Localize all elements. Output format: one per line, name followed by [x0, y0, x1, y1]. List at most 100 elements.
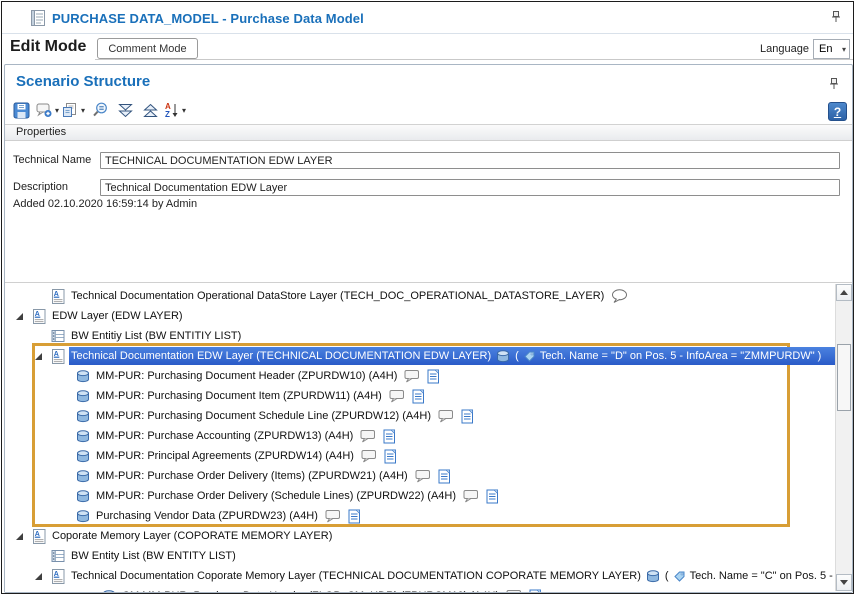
scroll-up-button[interactable] [836, 284, 852, 301]
tree-row-label: BW Entity List (BW ENTITY LIST) [71, 550, 236, 562]
tree-row[interactable]: ACoporate Memory Layer (COPORATE MEMORY … [5, 526, 835, 546]
layer-doc-icon: A [32, 309, 46, 324]
tree-row-annotation: Tech. Name = "C" on Pos. 5 - InfoArea [690, 570, 835, 582]
tree-row-label: Technical Documentation Coporate Memory … [71, 570, 641, 582]
tree-row[interactable]: MM-PUR: Purchase Accounting (ZPURDW13) (… [5, 426, 835, 446]
collapse-all-button[interactable] [142, 100, 159, 120]
tree-expander-icon[interactable] [34, 352, 51, 361]
tree-expander-icon[interactable] [15, 532, 32, 541]
tree-row[interactable]: A EDW Layer (EDW LAYER) [5, 306, 835, 326]
tree-row-label: MM-PUR: Purchasing Document Header (ZPUR… [96, 370, 397, 382]
tree-row[interactable]: Purchasing Vendor Data (ZPURDW23) (A4H) [5, 506, 835, 526]
comment-bubble-icon[interactable] [325, 509, 341, 523]
cylinder-icon [76, 410, 90, 423]
tree-row-content[interactable]: MM-PUR: Purchase Accounting (ZPURDW13) (… [94, 427, 398, 445]
cylinder-icon [76, 470, 90, 483]
comment-mode-button[interactable]: Comment Mode [97, 38, 198, 59]
sort-az-button[interactable]: AZ [163, 100, 180, 120]
scroll-down-button[interactable] [836, 574, 852, 591]
tree-row[interactable]: MM-PUR: Purchasing Document Schedule Lin… [5, 406, 835, 426]
scrollbar-thumb[interactable] [837, 344, 851, 411]
tree-row-content[interactable]: Coporate Memory Layer (COPORATE MEMORY L… [50, 527, 334, 545]
document-icon[interactable] [383, 429, 396, 444]
save-button[interactable] [12, 100, 31, 120]
comment-bubble-icon[interactable] [506, 589, 522, 592]
mode-bar: Edit Mode Comment Mode Language En ▾ [2, 35, 853, 60]
tree-row[interactable]: MM-PUR: Purchasing Document Item (ZPURDW… [5, 386, 835, 406]
tree-row-content[interactable]: EDW Layer (EDW LAYER) [50, 307, 185, 325]
document-icon[interactable] [529, 589, 542, 593]
tree-row-label: CM MM-PUR: Purchase Data Header (ZLOB_CM… [122, 590, 499, 592]
tree-row-content[interactable]: MM-PUR: Purchasing Document Schedule Lin… [94, 407, 476, 425]
description-input[interactable] [100, 179, 840, 196]
cylinder-icon [76, 390, 90, 403]
add-comment-button[interactable] [35, 100, 53, 120]
document-icon[interactable] [438, 469, 451, 484]
tree-row[interactable]: MM-PUR: Purchase Order Delivery (Items) … [5, 466, 835, 486]
tree-row-content[interactable]: CM MM-PUR: Purchase Data Header (ZLOB_CM… [120, 587, 544, 592]
pin-icon[interactable] [828, 77, 840, 95]
database-cylinder-icon [496, 350, 510, 363]
tree-row[interactable]: BW Entity List (BW ENTITY LIST) [5, 546, 835, 566]
mode-bar-divider [95, 59, 853, 60]
tree-row-content[interactable]: MM-PUR: Purchasing Document Item (ZPURDW… [94, 387, 427, 405]
document-icon[interactable] [348, 509, 361, 524]
copy-document-button[interactable] [61, 100, 79, 120]
chevron-down-icon[interactable]: ▾ [81, 106, 85, 115]
technical-name-row: Technical Name [5, 152, 852, 169]
tree-row-content[interactable]: MM-PUR: Purchase Order Delivery (Schedul… [94, 487, 501, 505]
language-select[interactable]: En ▾ [813, 39, 850, 59]
comment-bubble-icon[interactable] [360, 429, 376, 443]
tree-row[interactable]: MM-PUR: Purchasing Document Header (ZPUR… [5, 366, 835, 386]
edit-mode-label: Edit Mode [10, 38, 86, 56]
tree-expander-icon[interactable] [34, 572, 51, 581]
tree-row-content[interactable]: Technical Documentation Coporate Memory … [69, 567, 835, 585]
comment-bubble-icon[interactable] [404, 369, 420, 383]
tag-icon [523, 350, 536, 363]
tree-row-label: MM-PUR: Purchase Order Delivery (Items) … [96, 470, 408, 482]
tree-row-content[interactable]: Technical Documentation EDW Layer (TECHN… [69, 347, 835, 365]
document-icon[interactable] [427, 369, 440, 384]
tree-row-content[interactable]: MM-PUR: Purchasing Document Header (ZPUR… [94, 367, 442, 385]
tree-row-content[interactable]: BW Entitiy List (BW ENTITIY LIST) [69, 327, 243, 345]
tree-row-label: MM-PUR: Purchasing Document Schedule Lin… [96, 410, 431, 422]
comment-bubble-icon[interactable] [361, 449, 377, 463]
tree-row-selected[interactable]: ATechnical Documentation EDW Layer (TECH… [5, 346, 835, 366]
pin-icon[interactable] [830, 10, 842, 28]
tree-row[interactable]: CM MM-PUR: Purchase Data Header (ZLOB_CM… [5, 586, 835, 592]
document-icon[interactable] [384, 449, 397, 464]
tree-row[interactable]: A Technical Documentation Coporate Memory… [5, 566, 835, 586]
comment-bubble-icon[interactable] [438, 409, 454, 423]
zoom-button[interactable] [91, 100, 109, 120]
tree-row-content[interactable]: MM-PUR: Principal Agreements (ZPURDW14) … [94, 447, 399, 465]
entity-list-icon [51, 549, 65, 563]
comment-bubble-icon[interactable] [611, 289, 628, 303]
tree-row-label: Coporate Memory Layer (COPORATE MEMORY L… [52, 530, 332, 542]
comment-bubble-icon[interactable] [389, 389, 405, 403]
chevron-down-icon[interactable]: ▾ [182, 106, 186, 115]
vertical-scrollbar[interactable] [835, 284, 852, 591]
tree-row[interactable]: ATechnical Documentation Operational Dat… [5, 286, 835, 306]
tree-row[interactable]: MM-PUR: Principal Agreements (ZPURDW14) … [5, 446, 835, 466]
tree-row-content[interactable]: BW Entity List (BW ENTITY LIST) [69, 547, 238, 565]
tree-row-content[interactable]: MM-PUR: Purchase Order Delivery (Items) … [94, 467, 453, 485]
technical-name-input[interactable] [100, 152, 840, 169]
chevron-down-icon[interactable]: ▾ [55, 106, 59, 115]
document-icon[interactable] [486, 489, 499, 504]
tree-row-content[interactable]: Technical Documentation Operational Data… [69, 287, 630, 305]
tree-row-label: MM-PUR: Purchase Order Delivery (Schedul… [96, 490, 456, 502]
comment-bubble-icon[interactable] [463, 489, 479, 503]
comment-bubble-icon[interactable] [415, 469, 431, 483]
layer-doc-icon: A [51, 569, 65, 584]
tree-row[interactable]: BW Entitiy List (BW ENTITIY LIST) [5, 326, 835, 346]
document-icon[interactable] [461, 409, 474, 424]
description-row: Description [5, 179, 852, 196]
help-button[interactable]: ? [828, 102, 847, 121]
tree-row-content[interactable]: Purchasing Vendor Data (ZPURDW23) (A4H) [94, 507, 363, 525]
document-icon[interactable] [412, 389, 425, 404]
cylinder-icon [76, 510, 90, 523]
tree-expander-icon[interactable] [15, 312, 32, 321]
expand-all-button[interactable] [117, 100, 134, 120]
tree-row[interactable]: MM-PUR: Purchase Order Delivery (Schedul… [5, 486, 835, 506]
window-titlebar: PURCHASE DATA_MODEL - Purchase Data Mode… [2, 2, 853, 34]
